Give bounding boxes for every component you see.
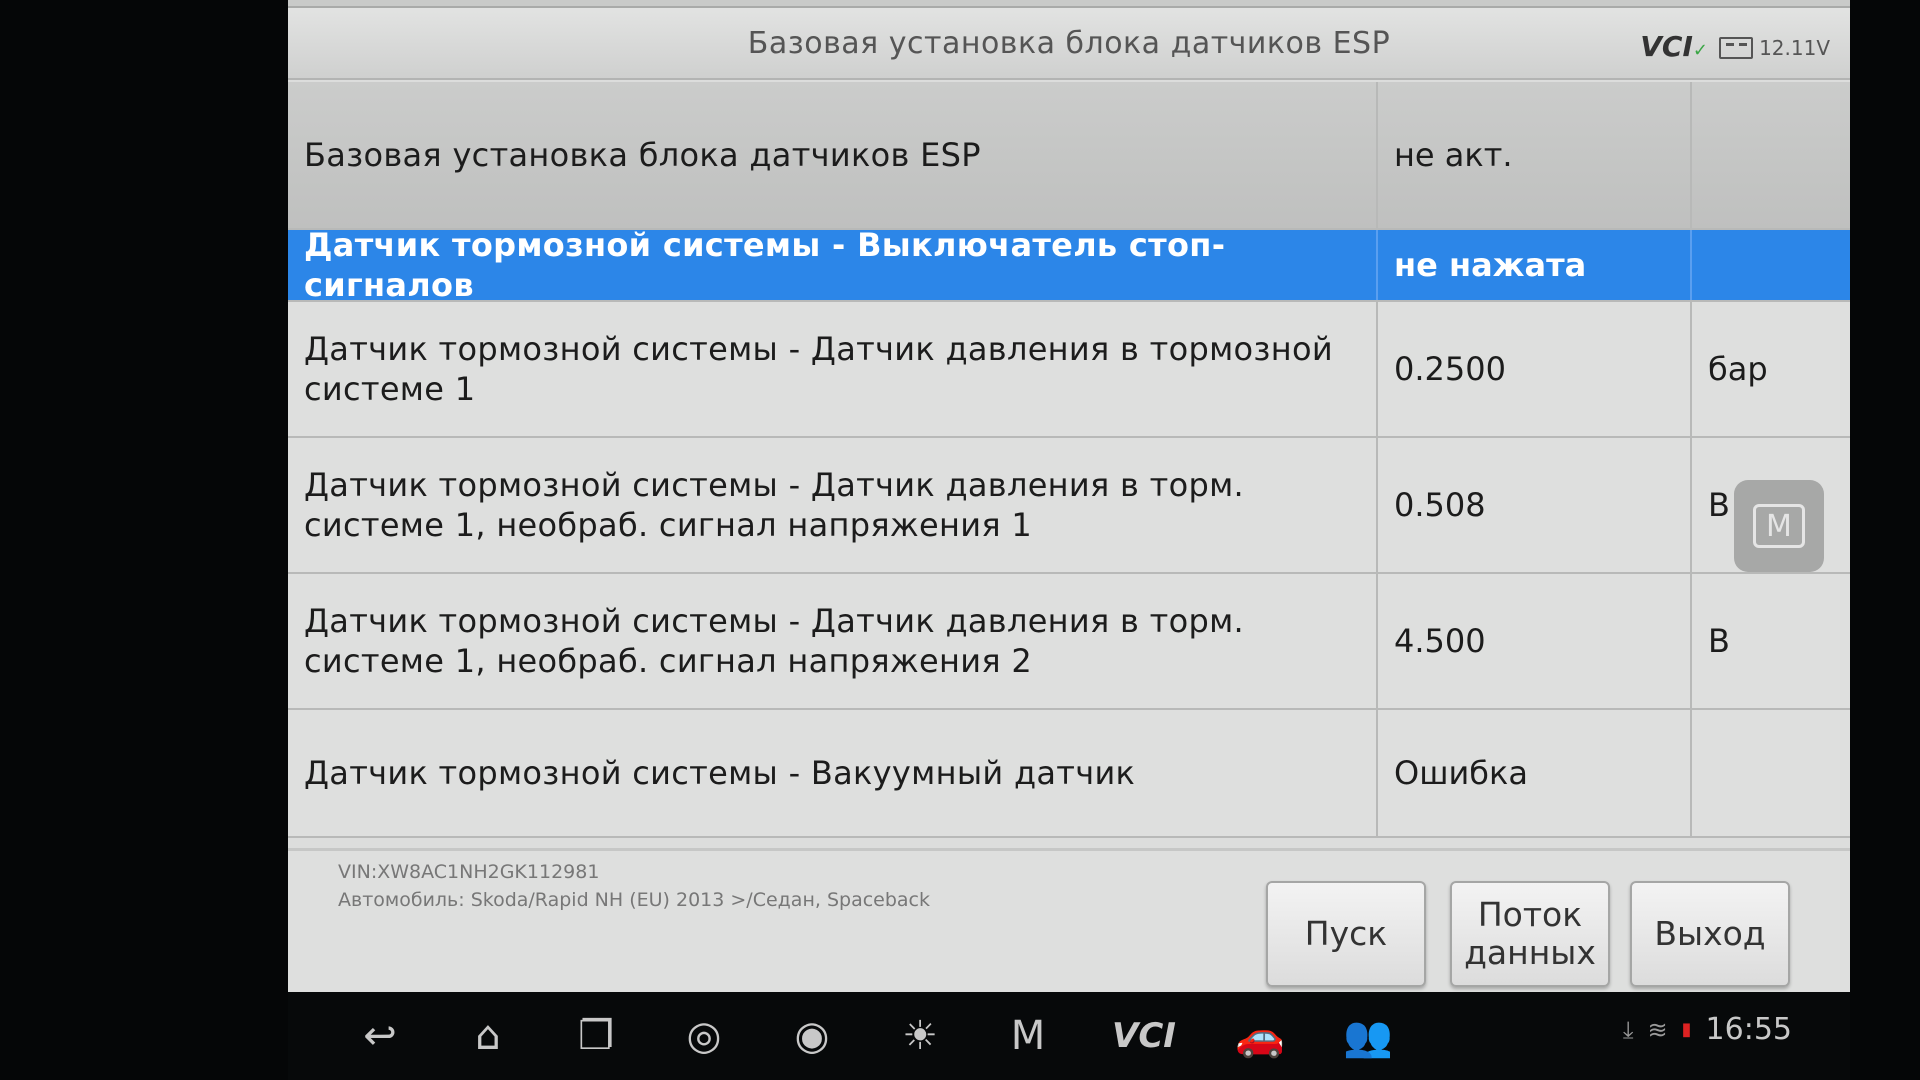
row-value: 4.500 bbox=[1376, 574, 1690, 708]
system-navbar: ↩ ⌂ ❐ ◎ ◉ ☀ M VCI 🚗 👥 ⤓ ≋ ▮ 16:55 bbox=[288, 992, 1850, 1080]
download-icon: ⤓ bbox=[1622, 1015, 1634, 1044]
row-unit: В bbox=[1690, 574, 1850, 708]
recent-apps-icon[interactable]: ❐ bbox=[564, 1009, 628, 1063]
bottom-toolbar: VIN:XW8AC1NH2GK112981 Автомобиль: Skoda/… bbox=[288, 848, 1850, 992]
row-name: Датчик тормозной системы - Выключатель с… bbox=[304, 226, 1226, 304]
maxisys-home-badge: M bbox=[1010, 1013, 1046, 1059]
top-edge bbox=[288, 0, 1850, 8]
camera-icon[interactable]: ◉ bbox=[780, 1009, 844, 1063]
back-icon[interactable]: ↩ bbox=[348, 1009, 412, 1063]
wifi-icon: ≋ bbox=[1647, 1015, 1668, 1044]
table-row[interactable]: Датчик тормозной системы - Датчик давлен… bbox=[288, 302, 1850, 438]
brightness-icon[interactable]: ☀ bbox=[888, 1009, 952, 1063]
row-name: Базовая установка блока датчиков ESP bbox=[304, 136, 981, 174]
row-value: не акт. bbox=[1376, 82, 1690, 228]
battery-low-icon: ▮ bbox=[1681, 1019, 1692, 1040]
exit-button[interactable]: Выход bbox=[1630, 881, 1790, 987]
page-title: Базовая установка блока датчиков ESP bbox=[747, 26, 1391, 61]
remote-support-icon[interactable]: 👥 bbox=[1336, 1009, 1400, 1063]
row-value: не нажата bbox=[1376, 230, 1690, 300]
row-unit bbox=[1690, 710, 1850, 836]
floating-menu-button[interactable]: M bbox=[1734, 480, 1824, 572]
car-icon[interactable]: 🚗 bbox=[1228, 1009, 1292, 1063]
clock: 16:55 bbox=[1705, 1012, 1792, 1047]
row-value: 0.508 bbox=[1376, 438, 1690, 572]
vin-text: VIN:XW8AC1NH2GK112981 bbox=[338, 861, 600, 883]
row-name: Датчик тормозной системы - Датчик давлен… bbox=[304, 602, 1244, 680]
title-bar: Базовая установка блока датчиков ESP VCI… bbox=[288, 8, 1850, 80]
row-unit bbox=[1690, 230, 1850, 300]
home-icon[interactable]: ⌂ bbox=[456, 1009, 520, 1063]
start-button[interactable]: Пуск bbox=[1266, 881, 1426, 987]
row-value: Ошибка bbox=[1376, 710, 1690, 836]
table-row[interactable]: Датчик тормозной системы - Вакуумный дат… bbox=[288, 710, 1850, 838]
data-stream-button[interactable]: Поток данных bbox=[1450, 881, 1610, 987]
row-value: 0.2500 bbox=[1376, 302, 1690, 436]
vci-icon[interactable]: VCI bbox=[1104, 1009, 1184, 1063]
app-screen: Базовая установка блока датчиков ESP VCI… bbox=[288, 0, 1850, 992]
status-tray: ⤓ ≋ ▮ 16:55 bbox=[1623, 1012, 1792, 1047]
row-name: Датчик тормозной системы - Вакуумный дат… bbox=[304, 754, 1136, 792]
row-name: Датчик тормозной системы - Датчик давлен… bbox=[304, 330, 1333, 408]
row-unit bbox=[1690, 82, 1850, 228]
row-unit: бар bbox=[1690, 302, 1850, 436]
battery-icon bbox=[1719, 37, 1754, 59]
maxisys-home-icon[interactable]: M bbox=[996, 1009, 1060, 1063]
data-table: Базовая установка блока датчиков ESP не … bbox=[288, 82, 1850, 838]
voltage-value: 12.11V bbox=[1759, 36, 1830, 60]
vci-status-label: VCI bbox=[1640, 30, 1693, 63]
vci-status-icon: VCI✓ bbox=[1640, 30, 1708, 63]
vehicle-text: Автомобиль: Skoda/Rapid NH (EU) 2013 >/С… bbox=[338, 889, 930, 911]
battery-voltage: 12.11V bbox=[1719, 36, 1830, 60]
table-row[interactable]: Базовая установка блока датчиков ESP не … bbox=[288, 82, 1850, 230]
table-row[interactable]: Датчик тормозной системы - Датчик давлен… bbox=[288, 574, 1850, 710]
vci-icon-label: VCI bbox=[1112, 1016, 1176, 1056]
table-row-selected[interactable]: Датчик тормозной системы - Выключатель с… bbox=[288, 226, 1850, 304]
browser-icon[interactable]: ◎ bbox=[672, 1009, 736, 1063]
row-name: Датчик тормозной системы - Датчик давлен… bbox=[304, 466, 1244, 544]
table-row[interactable]: Датчик тормозной системы - Датчик давлен… bbox=[288, 438, 1850, 574]
floating-menu-icon: M bbox=[1753, 504, 1805, 548]
